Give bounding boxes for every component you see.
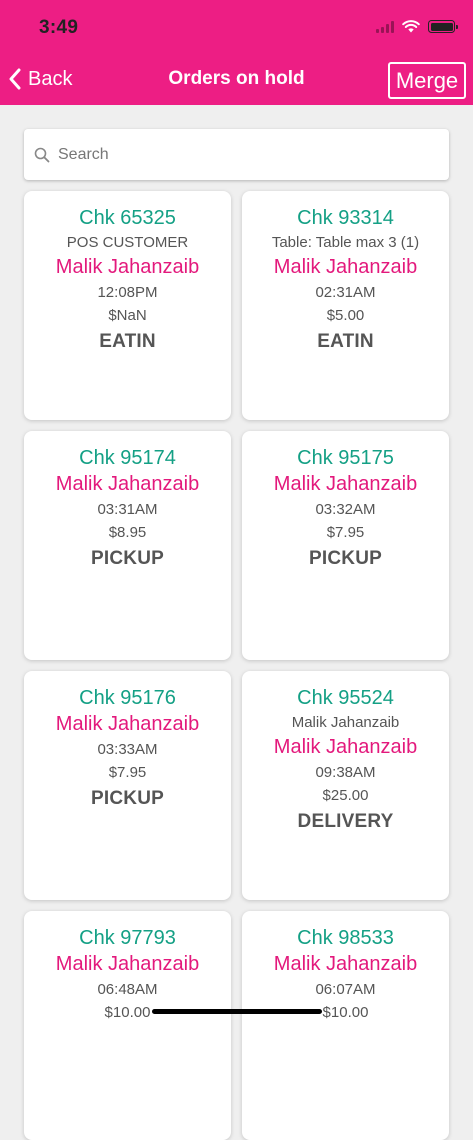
customer-name: Malik Jahanzaib xyxy=(273,736,418,758)
customer-name: Malik Jahanzaib xyxy=(55,473,200,495)
wifi-icon xyxy=(402,20,420,33)
order-amount: $7.95 xyxy=(326,524,365,541)
customer-name: Malik Jahanzaib xyxy=(273,256,418,278)
order-amount: $25.00 xyxy=(322,787,369,804)
navigation-bar: Back Orders on hold Merge xyxy=(0,56,473,105)
search-bar[interactable] xyxy=(24,129,449,180)
order-card[interactable]: Chk 95175 Malik Jahanzaib 03:32AM $7.95 PICK… xyxy=(242,431,449,660)
search-input[interactable] xyxy=(58,145,449,164)
order-time: 09:38AM xyxy=(315,764,376,781)
order-time: 02:31AM xyxy=(315,284,376,301)
customer-name: Malik Jahanzaib xyxy=(55,256,200,278)
check-number: Chk 95524 xyxy=(297,687,394,709)
home-indicator xyxy=(152,1009,322,1014)
customer-name: Malik Jahanzaib xyxy=(273,473,418,495)
status-bar: 3:49 xyxy=(0,0,473,56)
order-subtitle: Table: Table max 3 (1) xyxy=(271,234,420,251)
order-type: EATIN xyxy=(99,331,156,352)
order-card[interactable]: Chk 95176 Malik Jahanzaib 03:33AM $7.95 PICK… xyxy=(24,671,231,900)
order-amount: $5.00 xyxy=(326,307,365,324)
order-time: 12:08PM xyxy=(97,284,158,301)
check-number: Chk 97793 xyxy=(79,927,176,949)
order-time: 03:32AM xyxy=(315,501,376,518)
order-card[interactable]: Chk 98533 Malik Jahanzaib 06:07AM $10.00 xyxy=(242,911,449,1140)
order-amount: $NaN xyxy=(108,307,147,324)
check-number: Chk 95175 xyxy=(297,447,394,469)
signal-icon xyxy=(376,20,394,33)
customer-name: Malik Jahanzaib xyxy=(273,953,418,975)
order-card[interactable]: Chk 95174 Malik Jahanzaib 03:31AM $8.95 PICK… xyxy=(24,431,231,660)
merge-button[interactable]: Merge xyxy=(388,62,466,99)
status-time: 3:49 xyxy=(39,17,79,38)
order-card[interactable]: Chk 65325 POS CUSTOMER Malik Jahanzaib 12:0… xyxy=(24,191,231,420)
customer-name: Malik Jahanzaib xyxy=(55,953,200,975)
order-amount: $7.95 xyxy=(108,764,147,781)
order-subtitle: Malik Jahanzaib xyxy=(291,714,400,731)
check-number: Chk 65325 xyxy=(79,207,176,229)
status-icons xyxy=(376,20,458,33)
check-number: Chk 95174 xyxy=(79,447,176,469)
order-card[interactable]: Chk 97793 Malik Jahanzaib 06:48AM $10.00 xyxy=(24,911,231,1140)
order-type: PICKUP xyxy=(91,548,164,569)
order-type: EATIN xyxy=(317,331,374,352)
order-time: 06:07AM xyxy=(315,981,376,998)
order-time: 06:48AM xyxy=(97,981,158,998)
order-subtitle: POS CUSTOMER xyxy=(66,234,189,251)
check-number: Chk 98533 xyxy=(297,927,394,949)
order-amount: $8.95 xyxy=(108,524,147,541)
app-header: 3:49 Back Orders on hold Merge xyxy=(0,0,473,105)
customer-name: Malik Jahanzaib xyxy=(55,713,200,735)
order-time: 03:31AM xyxy=(97,501,158,518)
check-number: Chk 95176 xyxy=(79,687,176,709)
search-icon xyxy=(34,147,50,162)
order-time: 03:33AM xyxy=(97,741,158,758)
order-card[interactable]: Chk 93314 Table: Table max 3 (1) Malik Jah… xyxy=(242,191,449,420)
battery-icon xyxy=(428,20,458,33)
order-type: PICKUP xyxy=(309,548,382,569)
order-type: PICKUP xyxy=(91,788,164,809)
order-card[interactable]: Chk 95524 Malik Jahanzaib Malik Jahanzaib 0… xyxy=(242,671,449,900)
order-type: DELIVERY xyxy=(297,811,394,832)
check-number: Chk 93314 xyxy=(297,207,394,229)
